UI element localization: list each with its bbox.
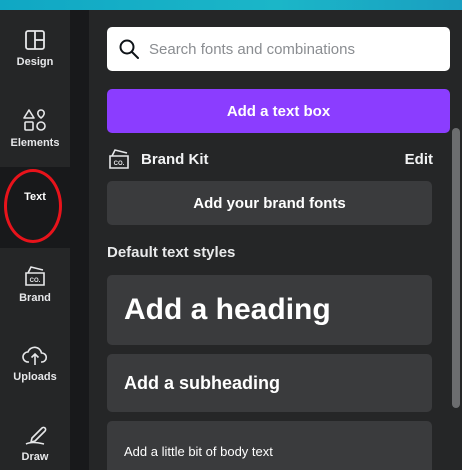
brand-icon: CO. [25, 266, 45, 286]
search-icon [119, 39, 139, 59]
brand-kit-icon: CO. [109, 149, 129, 169]
rail-label-design: Design [16, 56, 54, 68]
rail-label-brand: Brand [19, 292, 51, 304]
rail-item-uploads[interactable]: Uploads [0, 344, 70, 383]
brand-kit-label: Brand Kit [141, 150, 209, 168]
svg-text:CO.: CO. [114, 161, 125, 167]
add-heading-button[interactable]: Add a heading [107, 275, 432, 345]
add-text-box-button[interactable]: Add a text box [107, 89, 450, 133]
brand-kit-row: CO. Brand Kit Edit [107, 145, 433, 173]
rail-item-design[interactable]: Design [0, 29, 70, 68]
panel-gutter [70, 10, 89, 470]
draw-icon [25, 426, 47, 445]
uploads-icon [22, 346, 48, 365]
rail-label-uploads: Uploads [13, 371, 57, 383]
rail-label-elements: Elements [10, 137, 60, 149]
rail-label-draw: Draw [21, 451, 49, 463]
add-subheading-button[interactable]: Add a subheading [107, 354, 432, 412]
search-placeholder: Search fonts and combinations [149, 40, 355, 58]
rail-item-brand[interactable]: CO. Brand [0, 265, 70, 304]
top-accent-strip [0, 0, 462, 10]
brand-kit-edit-link[interactable]: Edit [405, 151, 433, 168]
svg-text:CO.: CO. [30, 278, 41, 284]
panel-scrollbar[interactable] [452, 128, 460, 408]
highlight-circle [4, 169, 62, 243]
add-brand-fonts-button[interactable]: Add your brand fonts [107, 181, 432, 225]
rail-item-draw[interactable]: Draw [0, 424, 70, 463]
add-body-text-button[interactable]: Add a little bit of body text [107, 421, 432, 470]
elements-icon [23, 109, 46, 131]
default-text-styles-heading: Default text styles [107, 244, 236, 261]
rail-item-elements[interactable]: Elements [0, 108, 70, 149]
design-icon [25, 30, 45, 50]
search-input[interactable]: Search fonts and combinations [107, 27, 450, 71]
